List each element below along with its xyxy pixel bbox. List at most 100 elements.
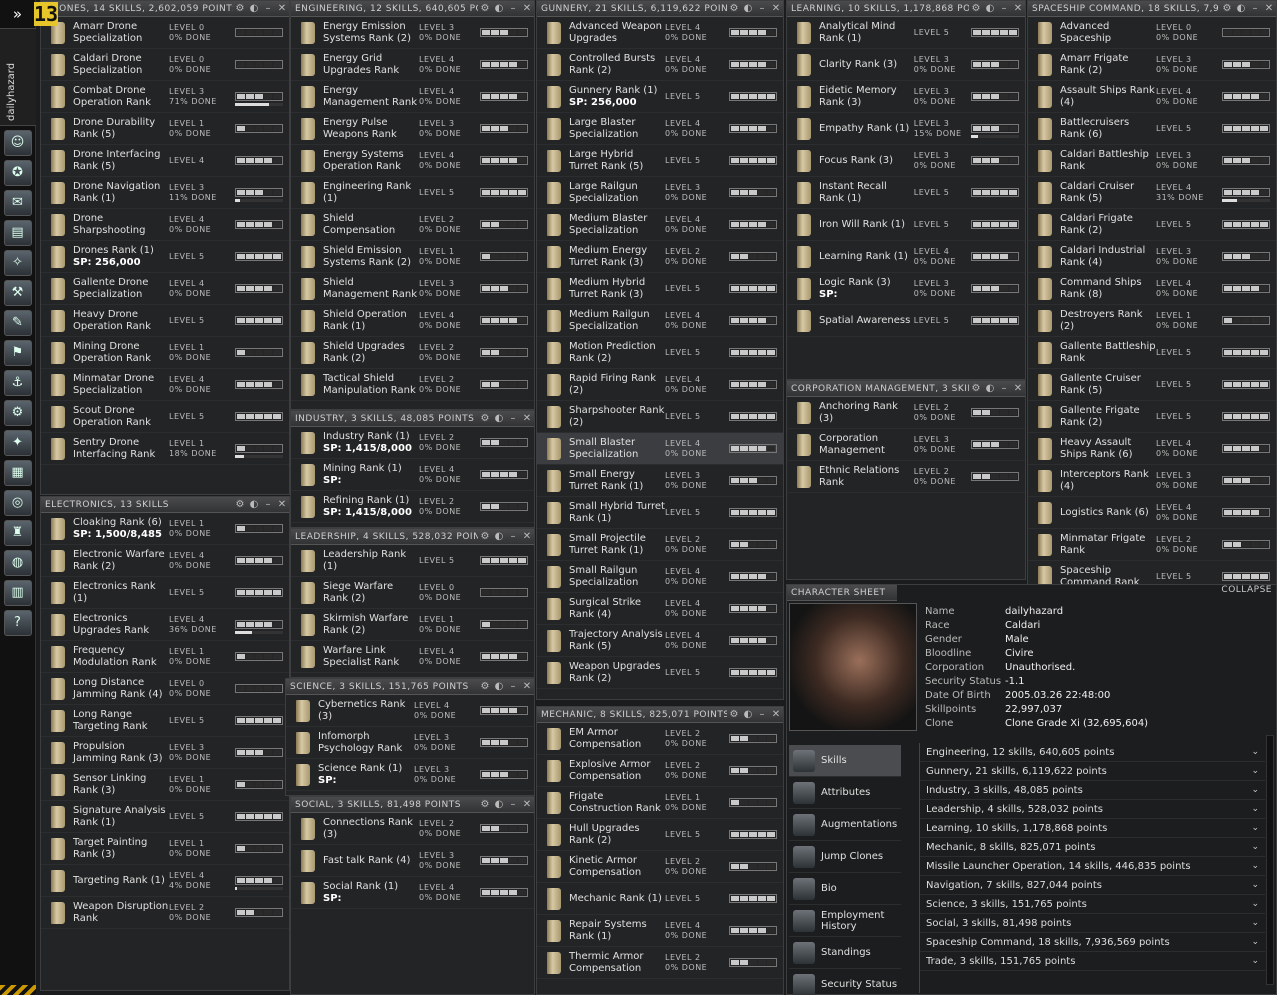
menu-item[interactable]: Standings [789,937,901,969]
minimize-icon[interactable]: – [506,412,520,426]
close-icon[interactable]: ✕ [520,412,534,426]
window-titlebar[interactable]: SOCIAL, 3 SKILLS, 81,498 POINTS ⚙ ◐ – ✕ [291,797,534,813]
settings-icon[interactable]: ⚙ [727,708,741,722]
expand-icon[interactable]: » [0,0,35,28]
skill-group-item[interactable]: Learning, 10 skills, 1,178,868 points ⌄ [920,819,1265,838]
skill-row[interactable]: Battlecruisers Rank (6) LEVEL 5 [1028,113,1276,145]
skill-row[interactable]: Long Distance Jamming Rank (4) LEVEL 0 0% … [41,673,289,705]
close-icon[interactable]: ✕ [520,530,534,544]
skill-row[interactable]: Leadership Rank (1) LEVEL 5 [291,545,534,577]
skill-row[interactable]: Fast talk Rank (4) LEVEL 3 0% DONE [291,845,534,877]
skill-row[interactable]: Trajectory Analysis Rank (5) LEVEL 4 0% DO… [537,625,783,657]
menu-item[interactable]: Attributes [789,777,901,809]
industry-icon[interactable]: ⚙ [3,400,32,426]
skill-row[interactable]: Clarity Rank (3) LEVEL 3 0% DONE [787,49,1025,81]
skill-row[interactable]: Shield Upgrades Rank (2) LEVEL 2 0% DONE [291,337,534,369]
market-icon[interactable]: ⚒ [3,280,32,306]
skill-row[interactable]: Large Railgun Specialization LEVEL 3 0% DO… [537,177,783,209]
chevron-down-icon[interactable]: ⌄ [1251,804,1259,814]
pin-icon[interactable]: ◐ [1234,2,1248,16]
skill-row[interactable]: Shield Compensation LEVEL 2 0% DONE [291,209,534,241]
skill-row[interactable]: Cybernetics Rank (3) LEVEL 4 0% DONE [286,695,534,727]
skill-row[interactable]: Mining Rank (1) SP: LEVEL 4 0% DONE [291,459,534,491]
character-sheet-titlebar[interactable]: CHARACTER SHEET [787,585,897,601]
skill-group-item[interactable]: Missile Launcher Operation, 14 skills, 4… [920,857,1265,876]
window-titlebar[interactable]: DRONES, 14 SKILLS, 2,602,059 POINTS ⚙ ◐ – ✕ [41,1,289,17]
notepad-icon[interactable]: ▤ [3,220,32,246]
settings-icon[interactable]: ⚙ [478,2,492,16]
skill-row[interactable]: Sentry Drone Interfacing Rank LEVEL 1 18% … [41,433,289,465]
skill-row[interactable]: Mechanic Rank (1) LEVEL 5 [537,883,783,915]
skill-row[interactable]: Drone Durability Rank (5) LEVEL 1 0% DONE [41,113,289,145]
menu-item[interactable]: Security Status [789,969,901,995]
skill-row[interactable]: Scout Drone Operation Rank LEVEL 5 [41,401,289,433]
character-tab[interactable]: dailyhazard [0,28,36,126]
skill-group-item[interactable]: Trade, 3 skills, 151,765 points ⌄ [920,952,1265,971]
pin-icon[interactable]: ◐ [492,2,506,16]
chevron-down-icon[interactable]: ⌄ [1251,823,1259,833]
window-titlebar[interactable]: SCIENCE, 3 SKILLS, 151,765 POINTS ⚙ ◐ – ✕ [286,679,534,695]
close-icon[interactable]: ✕ [520,2,534,16]
skill-group-item[interactable]: Navigation, 7 skills, 827,044 points ⌄ [920,876,1265,895]
skill-row[interactable]: Connections Rank (3) LEVEL 2 0% DONE [291,813,534,845]
minimize-icon[interactable]: – [997,382,1011,396]
skill-row[interactable]: Electronics Rank (1) LEVEL 5 [41,577,289,609]
skill-row[interactable]: Heavy Assault Ships Rank (6) LEVEL 4 0% DO… [1028,433,1276,465]
skill-row[interactable]: Skirmish Warfare Rank (2) LEVEL 1 0% DONE [291,609,534,641]
skill-row[interactable]: Caldari Battleship Rank LEVEL 3 0% DONE [1028,145,1276,177]
skill-row[interactable]: Electronics Upgrades Rank LEVEL 4 36% DONE [41,609,289,641]
skill-row[interactable]: Interceptors Rank (4) LEVEL 3 0% DONE [1028,465,1276,497]
skill-row[interactable]: Anchoring Rank (3) LEVEL 2 0% DONE [787,397,1025,429]
skill-row[interactable]: Drone Interfacing Rank (5) LEVEL 4 [41,145,289,177]
skill-row[interactable]: Advanced Spaceship LEVEL 0 0% DONE [1028,17,1276,49]
skill-row[interactable]: Amarr Frigate Rank (2) LEVEL 3 0% DONE [1028,49,1276,81]
skill-group-item[interactable]: Mechanic, 8 skills, 825,071 points ⌄ [920,838,1265,857]
minimize-icon[interactable]: – [506,680,520,694]
skill-row[interactable]: Weapon Upgrades Rank (2) LEVEL 5 [537,657,783,689]
skill-row[interactable]: Science Rank (1) SP: LEVEL 3 0% DONE [286,759,534,791]
skill-row[interactable]: Gallente Drone Specialization LEVEL 4 0% D… [41,273,289,305]
skill-row[interactable]: Sharpshooter Rank (2) LEVEL 5 [537,401,783,433]
skill-row[interactable]: Siege Warfare Rank (2) LEVEL 0 0% DONE [291,577,534,609]
skill-group-item[interactable]: Spaceship Command, 18 skills, 7,936,569 … [920,933,1265,952]
skill-row[interactable]: Small Blaster Specialization LEVEL 4 0% DO… [537,433,783,465]
close-icon[interactable]: ✕ [275,498,289,512]
skill-row[interactable]: Cloaking Rank (6) SP: 1,500/8,485 LEVEL 10… [41,513,289,545]
settings-icon[interactable]: ⚙ [233,2,247,16]
skill-row[interactable]: Advanced Weapon Upgrades LEVEL 4 0% DONE [537,17,783,49]
menu-item[interactable]: Jump Clones [789,841,901,873]
window-titlebar[interactable]: CORPORATION MANAGEMENT, 3 SKILLS ⚙ ◐ – ✕ [787,381,1025,397]
pin-icon[interactable]: ◐ [492,412,506,426]
skill-row[interactable]: Combat Drone Operation Rank LEVEL 3 71% DO… [41,81,289,113]
window-titlebar[interactable]: MECHANIC, 8 SKILLS, 825,071 POINTS ⚙ ◐ – ✕ [537,707,783,723]
chevron-down-icon[interactable]: ⌄ [1251,880,1259,890]
skill-row[interactable]: Infomorph Psychology Rank LEVEL 3 0% DONE [286,727,534,759]
skill-row[interactable]: Sensor Linking Rank (3) LEVEL 1 0% DONE [41,769,289,801]
skill-row[interactable]: EM Armor Compensation LEVEL 2 0% DONE [537,723,783,755]
help-ring-icon[interactable]: ◎ [3,490,32,516]
calculator-icon[interactable]: ▦ [3,460,32,486]
skill-row[interactable]: Repair Systems Rank (1) LEVEL 4 0% DONE [537,915,783,947]
skill-row[interactable]: Assault Ships Rank (4) LEVEL 4 0% DONE [1028,81,1276,113]
minimize-icon[interactable]: – [506,798,520,812]
skill-row[interactable]: Long Range Targeting Rank LEVEL 5 [41,705,289,737]
skill-row[interactable]: Small Energy Turret Rank (1) LEVEL 3 0% DO… [537,465,783,497]
skill-row[interactable]: Medium Blaster Specialization LEVEL 4 0% D… [537,209,783,241]
skill-row[interactable]: Empathy Rank (1) LEVEL 3 15% DONE [787,113,1025,145]
skill-row[interactable]: Weapon Disruption Rank LEVEL 2 0% DONE [41,897,289,929]
pin-icon[interactable]: ◐ [983,2,997,16]
vertical-scrollbar[interactable] [1266,735,1274,985]
minimize-icon[interactable]: – [261,498,275,512]
skill-row[interactable]: Ethnic Relations Rank LEVEL 2 0% DONE [787,461,1025,493]
window-titlebar[interactable]: LEARNING, 10 SKILLS, 1,178,868 POINTS⚙◐–… [787,1,1025,17]
book-icon[interactable]: ▥ [3,580,32,606]
minimize-icon[interactable]: – [1248,2,1262,16]
skill-row[interactable]: Caldari Industrial Rank (4) LEVEL 3 0% DON… [1028,241,1276,273]
close-icon[interactable]: ✕ [1262,2,1276,16]
skill-row[interactable]: Energy Systems Operation Rank LEVEL 4 0% D… [291,145,534,177]
skill-row[interactable]: Gallente Cruiser Rank (5) LEVEL 5 [1028,369,1276,401]
chevron-down-icon[interactable]: ⌄ [1251,918,1259,928]
skill-row[interactable]: Logic Rank (3) SP: LEVEL 3 0% DONE [787,273,1025,305]
skill-row[interactable]: Logistics Rank (6) LEVEL 4 0% DONE [1028,497,1276,529]
skill-row[interactable]: Minmatar Frigate Rank LEVEL 2 0% DONE [1028,529,1276,561]
